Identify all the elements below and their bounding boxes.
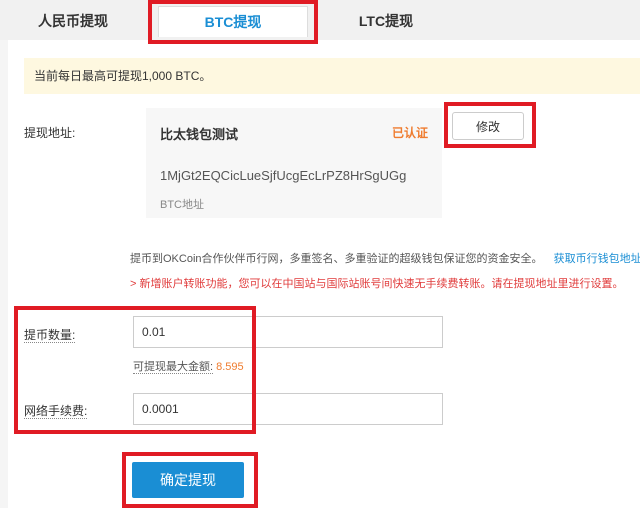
modify-button[interactable]: 修改	[452, 112, 524, 140]
address-card: 比太钱包测试 已认证 1MjGt2EQCicLueSjfUcgEcLrPZ8Hr…	[146, 108, 442, 218]
tab-btc-withdraw[interactable]: BTC提现	[158, 6, 308, 37]
get-wallet-address-link[interactable]: 获取币行钱包地址	[554, 253, 640, 265]
verified-badge: 已认证	[391, 126, 428, 140]
fee-input[interactable]: 0.0001	[133, 393, 443, 425]
partner-info: 提币到OKCoin合作伙伴币行网，多重签名、多重验证的超级钱包保证您的资金安全。…	[130, 250, 640, 266]
tab-ltc-withdraw[interactable]: LTC提现	[316, 6, 456, 36]
amount-input[interactable]: 0.01	[133, 316, 443, 348]
fee-label: 网络手续费:	[24, 404, 88, 419]
address-label: 提现地址:	[24, 126, 76, 140]
max-amount-value: 8.595	[216, 361, 244, 373]
wallet-name: 比太钱包测试	[160, 127, 239, 142]
max-amount: 可提现最大金额: 8.595	[133, 358, 244, 374]
tab-cny-withdraw[interactable]: 人民币提现	[10, 6, 136, 36]
partner-info-text: 提币到OKCoin合作伙伴币行网，多重签名、多重验证的超级钱包保证您的资金安全。	[130, 253, 543, 265]
transfer-warning: > 新增账户转账功能，您可以在中国站与国际站账号间快速无手续费转账。请在提现地址…	[130, 278, 624, 290]
daily-limit-notice: 当前每日最高可提现1,000 BTC。	[24, 58, 640, 94]
address-type: BTC地址	[160, 199, 204, 211]
tab-bar: 人民币提现 BTC提现 LTC提现	[0, 0, 640, 40]
max-amount-label: 可提现最大金额:	[133, 361, 214, 374]
amount-label: 提币数量:	[24, 328, 76, 343]
confirm-withdraw-button[interactable]: 确定提现	[132, 462, 244, 498]
btc-address: 1MjGt2EQCicLueSjfUcgEcLrPZ8HrSgUGg	[160, 168, 407, 183]
